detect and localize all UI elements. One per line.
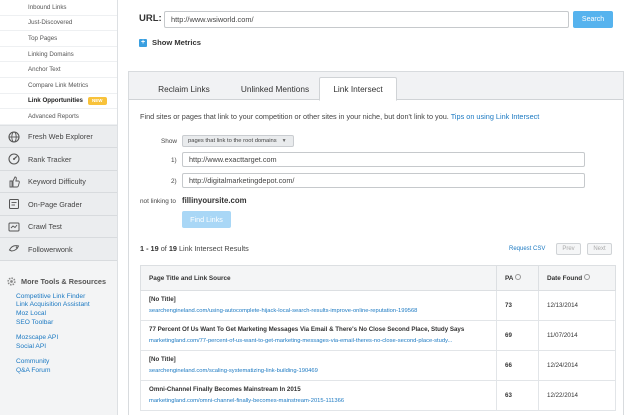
link-qa-forum[interactable]: Q&A Forum [16, 367, 117, 376]
column-header-date[interactable]: Date Found [538, 265, 616, 291]
prev-button[interactable]: Prev [556, 243, 581, 255]
chevron-down-icon: ▼ [281, 138, 287, 144]
show-metrics-toggle[interactable]: + Show Metrics [139, 38, 201, 47]
row-date: 11/07/2014 [538, 320, 616, 351]
row-url-link[interactable]: searchengineland.com/scaling-systematizi… [149, 367, 496, 376]
table-header-row: Page Title and Link Source PA Date Found [140, 265, 616, 291]
sidebar-tool-fresh-web-explorer[interactable]: Fresh Web Explorer [0, 125, 117, 149]
sidebar-tool-crawl-test[interactable]: Crawl Test [0, 215, 117, 239]
followerwonk-icon [8, 243, 20, 255]
gear-icon [7, 277, 16, 286]
next-button[interactable]: Next [587, 243, 612, 255]
link-mozscape-api[interactable]: Mozscape API [16, 334, 117, 343]
url-label: URL: [139, 13, 162, 24]
row-date: 12/24/2014 [538, 350, 616, 381]
find-links-button[interactable]: Find Links [182, 211, 231, 228]
row-title: Omni-Channel Finally Becomes Mainstream … [149, 386, 301, 393]
thumb-icon [8, 176, 20, 188]
sort-icon [584, 273, 591, 280]
url-input[interactable] [164, 11, 569, 28]
row-title: [No Title] [149, 356, 176, 363]
open-site-explorer-submenu: Inbound Links Just-Discovered Top Pages … [0, 0, 117, 126]
column-header-pa[interactable]: PA [496, 265, 539, 291]
table-row: Omni-Channel Finally Becomes Mainstream … [140, 380, 616, 411]
not-linking-label: not linking to [140, 198, 176, 205]
tab-link-intersect[interactable]: Link Intersect [319, 77, 397, 101]
competitor-2-input[interactable] [182, 173, 585, 188]
more-tools-header: More Tools & Resources [0, 275, 117, 289]
column-header-title[interactable]: Page Title and Link Source [140, 265, 497, 291]
results-count: 1 - 19 of 19 Link Intersect Results [140, 244, 249, 253]
more-tools-links: Competitive Link Finder Link Acquisition… [0, 293, 117, 376]
link-social-api[interactable]: Social API [16, 343, 117, 352]
row-pa: 63 [496, 380, 539, 411]
sidebar-tool-on-page-grader[interactable]: On-Page Grader [0, 193, 117, 216]
link-opportunities-panel: Reclaim Links Unlinked Mentions Link Int… [128, 71, 624, 415]
show-label: Show [161, 138, 177, 145]
sidebar-tool-keyword-difficulty[interactable]: Keyword Difficulty [0, 170, 117, 194]
table-row: [No Title] searchengineland.com/scaling-… [140, 350, 616, 381]
sidebar-item-just-discovered[interactable]: Just-Discovered [0, 16, 117, 32]
link-seo-toolbar[interactable]: SEO Toolbar [16, 319, 117, 328]
link-link-acquisition-assistant[interactable]: Link Acquisition Assistant [16, 301, 117, 310]
link-community[interactable]: Community [16, 358, 117, 367]
globe-icon [8, 130, 20, 143]
row-title: 77 Percent Of Us Want To Get Marketing M… [149, 326, 465, 333]
sort-icon [515, 273, 522, 280]
row-date: 12/13/2014 [538, 290, 616, 321]
link-moz-local[interactable]: Moz Local [16, 310, 117, 319]
competitor-1-label: 1) [171, 157, 177, 164]
grader-icon [8, 198, 20, 210]
row-url-link[interactable]: searchengineland.com/using-autocomplete-… [149, 307, 496, 316]
row-title: [No Title] [149, 296, 176, 303]
sidebar-item-anchor-text[interactable]: Anchor Text [0, 62, 117, 78]
sidebar-tool-followerwonk[interactable]: Followerwonk [0, 238, 117, 261]
row-pa: 69 [496, 320, 539, 351]
row-pa: 73 [496, 290, 539, 321]
own-site-value: fillinyoursite.com [182, 196, 247, 205]
sidebar-item-top-pages[interactable]: Top Pages [0, 31, 117, 47]
request-csv-link[interactable]: Request CSV [509, 246, 545, 252]
tab-bar: Reclaim Links Unlinked Mentions Link Int… [129, 72, 623, 101]
search-button[interactable]: Search [573, 11, 613, 28]
tab-reclaim-links[interactable]: Reclaim Links [141, 77, 227, 101]
sidebar-item-compare-link-metrics[interactable]: Compare Link Metrics [0, 78, 117, 94]
row-date: 12/22/2014 [538, 380, 616, 411]
sidebar-tool-rank-tracker[interactable]: Rank Tracker [0, 148, 117, 171]
sidebar: Inbound Links Just-Discovered Top Pages … [0, 0, 118, 415]
competitor-1-input[interactable] [182, 152, 585, 167]
table-row: [No Title] searchengineland.com/using-au… [140, 290, 616, 321]
gauge-icon [8, 153, 20, 165]
sidebar-item-link-opportunities[interactable]: Link Opportunities NEW [0, 94, 117, 110]
competitor-2-label: 2) [171, 178, 177, 185]
link-competitive-link-finder[interactable]: Competitive Link Finder [16, 293, 117, 302]
new-badge: NEW [88, 96, 107, 105]
row-url-link[interactable]: marketingland.com/77-percent-of-us-want-… [149, 337, 496, 346]
row-url-link[interactable]: marketingland.com/omni-channel-finally-b… [149, 397, 496, 406]
row-pa: 66 [496, 350, 539, 381]
tips-link[interactable]: Tips on using Link Intersect [451, 112, 540, 121]
plus-icon: + [139, 38, 147, 47]
crawl-icon [8, 221, 20, 233]
sidebar-item-inbound-links[interactable]: Inbound Links [0, 0, 117, 16]
results-table: Page Title and Link Source PA Date Found… [140, 265, 616, 411]
sidebar-item-linking-domains[interactable]: Linking Domains [0, 47, 117, 63]
sidebar-item-advanced-reports[interactable]: Advanced Reports [0, 109, 117, 125]
show-select[interactable]: pages that link to the root domains ▼ [182, 135, 294, 147]
table-row: 77 Percent Of Us Want To Get Marketing M… [140, 320, 616, 351]
tab-unlinked-mentions[interactable]: Unlinked Mentions [227, 77, 323, 101]
intro-text: Find sites or pages that link to your co… [140, 112, 540, 121]
